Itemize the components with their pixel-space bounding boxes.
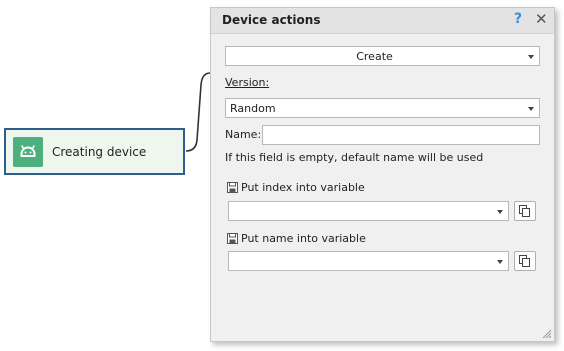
name-label: Name: xyxy=(225,128,262,141)
resize-grip-icon[interactable] xyxy=(540,327,552,339)
close-icon[interactable]: ✕ xyxy=(535,10,548,28)
name-hint: If this field is empty, default name wil… xyxy=(225,151,484,164)
version-select-value: Random xyxy=(230,102,276,115)
device-actions-panel: Device actions ? ✕ Create Version: Rando… xyxy=(210,7,555,342)
android-icon xyxy=(13,137,43,167)
version-label: Version: xyxy=(225,76,270,89)
copy-button[interactable] xyxy=(514,251,536,271)
index-variable-select[interactable] xyxy=(228,201,509,221)
name-input[interactable] xyxy=(262,125,540,145)
index-variable-label: Put index into variable xyxy=(241,181,365,194)
name-variable-label: Put name into variable xyxy=(241,232,366,245)
chevron-down-icon xyxy=(497,210,503,214)
copy-icon xyxy=(519,255,530,267)
name-variable-select[interactable] xyxy=(228,251,509,271)
version-select[interactable]: Random xyxy=(225,98,540,118)
action-select-value: Create xyxy=(356,50,393,63)
action-select[interactable]: Create xyxy=(225,46,540,66)
chevron-down-icon xyxy=(497,260,503,264)
node-label: Creating device xyxy=(52,145,147,159)
panel-header: Device actions ? ✕ xyxy=(211,8,554,34)
copy-button[interactable] xyxy=(514,201,536,221)
copy-icon xyxy=(519,205,530,217)
help-icon[interactable]: ? xyxy=(514,11,522,27)
save-icon xyxy=(227,182,238,193)
save-icon xyxy=(227,233,238,244)
panel-title: Device actions xyxy=(222,13,321,27)
chevron-down-icon xyxy=(528,107,534,111)
action-node-creating-device[interactable]: Creating device xyxy=(4,128,185,175)
chevron-down-icon xyxy=(528,55,534,59)
